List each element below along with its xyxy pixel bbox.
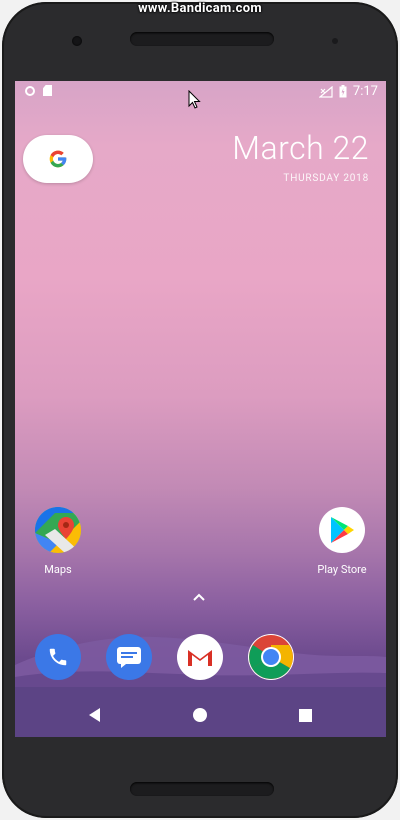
date-widget-date[interactable]: March 22 — [232, 129, 369, 167]
dock — [15, 634, 386, 690]
gmail-icon[interactable] — [177, 634, 223, 680]
google-search-widget[interactable] — [23, 135, 93, 183]
date-widget-day: THURSDAY 2018 — [283, 173, 369, 184]
phone-icon[interactable] — [35, 634, 81, 680]
app-play-store[interactable]: Play Store — [307, 507, 377, 576]
google-g-icon — [49, 150, 67, 168]
navigation-bar — [15, 693, 386, 737]
sd-card-icon — [43, 85, 52, 96]
no-signal-icon — [318, 85, 333, 98]
proximity-sensor — [332, 38, 338, 44]
app-label-maps: Maps — [44, 563, 72, 576]
app-label-play-store: Play Store — [317, 563, 367, 576]
bottom-speaker — [130, 782, 274, 796]
app-maps[interactable]: Maps — [23, 507, 93, 576]
top-speaker — [130, 32, 274, 46]
battery-icon — [339, 85, 347, 98]
recorder-watermark: www.Bandicam.com — [138, 1, 262, 16]
back-icon[interactable] — [85, 705, 105, 725]
clock: 7:17 — [352, 84, 378, 99]
recents-icon[interactable] — [295, 705, 315, 725]
home-icon[interactable] — [190, 705, 210, 725]
maps-icon — [35, 507, 81, 553]
messages-icon[interactable] — [106, 634, 152, 680]
home-screen[interactable]: 7:17 March 22 THURSDAY 2018 Maps Play St… — [15, 81, 386, 737]
play-store-icon — [319, 507, 365, 553]
notification-dot-icon — [25, 85, 35, 96]
chrome-icon[interactable] — [248, 634, 294, 680]
front-camera — [72, 36, 82, 46]
app-drawer-chevron-icon[interactable] — [192, 593, 206, 601]
mouse-cursor-icon — [188, 90, 201, 109]
